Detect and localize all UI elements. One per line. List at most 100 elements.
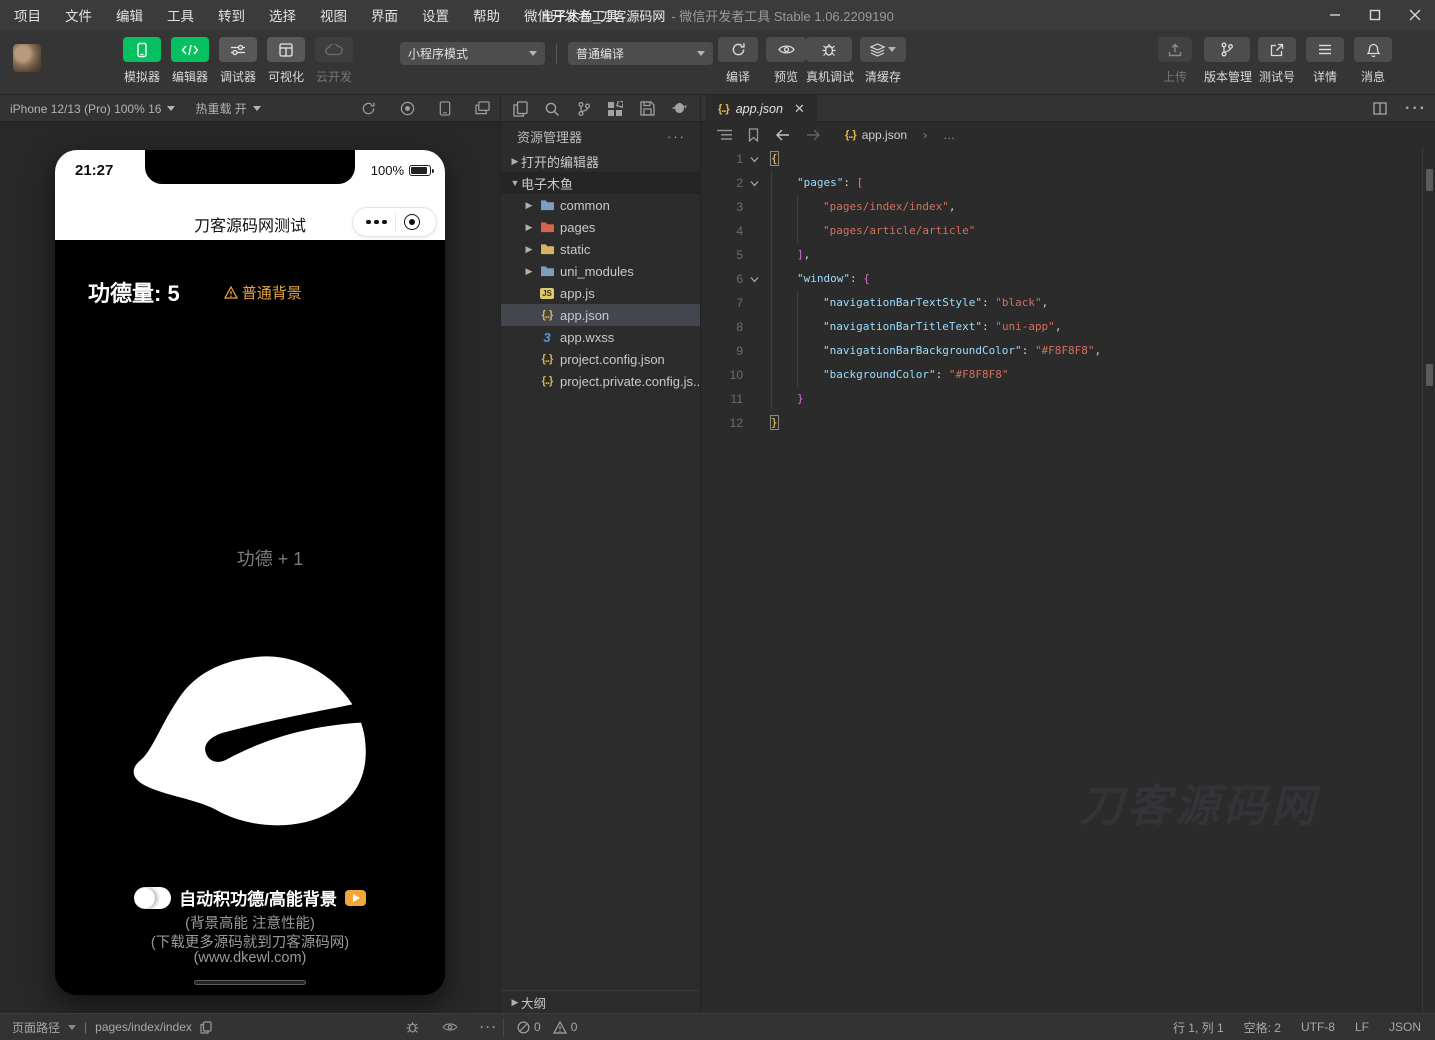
fold-chevron-icon[interactable]: [743, 171, 765, 195]
maximize-icon[interactable]: [1355, 0, 1395, 30]
compile-button[interactable]: 编译: [718, 37, 758, 85]
indent-info[interactable]: 空格: 2: [1244, 1019, 1281, 1036]
upload-button[interactable]: 上传: [1158, 37, 1192, 85]
breadcrumb-more[interactable]: …: [943, 128, 955, 142]
simulator-toggle-button[interactable]: 模拟器: [120, 37, 164, 85]
encoding[interactable]: UTF-8: [1301, 1020, 1335, 1034]
error-counter[interactable]: 0: [517, 1020, 541, 1034]
fold-chevron-icon[interactable]: [743, 147, 765, 171]
detail-button[interactable]: 详情: [1306, 37, 1344, 85]
code-line-2[interactable]: 2"pages": [: [701, 171, 1435, 195]
device-select[interactable]: iPhone 12/13 (Pro) 100% 16: [0, 102, 185, 116]
compile-select[interactable]: 普通编译: [568, 42, 713, 65]
project-root[interactable]: ▼ 电子木鱼: [501, 172, 700, 194]
mini-program-content[interactable]: 功德量: 5 普通背景 功德 + 1 自动积功德/高能背景 (背景高能 注意: [55, 240, 445, 995]
fold-chevron-icon[interactable]: [743, 267, 765, 291]
phone-simulator[interactable]: 21:27 100% 刀客源码网测试 功德量: 5: [55, 150, 445, 995]
language-mode[interactable]: JSON: [1389, 1020, 1421, 1034]
editor-scrollbar[interactable]: [1422, 147, 1435, 1013]
menu-item-7[interactable]: 界面: [371, 5, 398, 25]
file-item-project-private-config-js-[interactable]: {..}project.private.config.js...: [501, 370, 700, 392]
tab-app-json[interactable]: {..} app.json ✕: [706, 95, 817, 122]
menu-item-0[interactable]: 项目: [14, 5, 41, 25]
capsule-menu[interactable]: [352, 207, 437, 237]
message-button[interactable]: 消息: [1354, 37, 1392, 85]
version-manage-button[interactable]: 版本管理: [1204, 37, 1252, 85]
hot-reload-select[interactable]: 热重载 开: [185, 100, 270, 117]
cloud-dev-button[interactable]: 云开发: [312, 37, 356, 85]
code-line-10[interactable]: 10"backgroundColor": "#F8F8F8": [701, 363, 1435, 387]
editor-toggle-button[interactable]: 编辑器: [168, 37, 212, 85]
visualization-toggle-button[interactable]: 可视化: [264, 37, 308, 85]
nav-forward-icon[interactable]: [806, 129, 821, 141]
code-line-8[interactable]: 8"navigationBarTitleText": "uni-app",: [701, 315, 1435, 339]
code-line-4[interactable]: 4"pages/article/article": [701, 219, 1435, 243]
file-item-common[interactable]: ▶common: [501, 194, 700, 216]
menu-item-1[interactable]: 文件: [65, 5, 92, 25]
file-item-app-wxss[interactable]: 3app.wxss: [501, 326, 700, 348]
code-line-6[interactable]: 6"window": {: [701, 267, 1435, 291]
close-icon[interactable]: [1395, 0, 1435, 30]
menu-item-3[interactable]: 工具: [167, 5, 194, 25]
page-path-label[interactable]: 页面路径: [12, 1019, 60, 1036]
explorer-more-icon[interactable]: ···: [667, 129, 686, 144]
menu-item-4[interactable]: 转到: [218, 5, 245, 25]
rotate-device-icon[interactable]: [439, 101, 451, 116]
preview-button[interactable]: 预览: [766, 37, 806, 85]
source-control-icon[interactable]: [577, 101, 591, 117]
multi-window-icon[interactable]: [475, 101, 490, 116]
more-dots-icon[interactable]: [366, 220, 387, 225]
open-editors-section[interactable]: ▶ 打开的编辑器: [501, 150, 700, 172]
file-item-pages[interactable]: ▶pages: [501, 216, 700, 238]
watch-eye-icon[interactable]: [442, 1022, 458, 1032]
file-item-uni-modules[interactable]: ▶uni_modules: [501, 260, 700, 282]
exit-target-icon[interactable]: [404, 214, 420, 230]
user-avatar[interactable]: [13, 44, 41, 72]
code-line-5[interactable]: 5],: [701, 243, 1435, 267]
code-line-12[interactable]: 12}: [701, 411, 1435, 435]
copy-icon[interactable]: [200, 1021, 212, 1034]
wooden-fish[interactable]: [112, 638, 388, 844]
menu-item-8[interactable]: 设置: [422, 5, 449, 25]
clear-cache-button[interactable]: 清缓存: [860, 37, 906, 85]
menu-item-6[interactable]: 视图: [320, 5, 347, 25]
bg-mode-badge[interactable]: 普通背景: [224, 282, 302, 303]
test-account-button[interactable]: 测试号: [1258, 37, 1296, 85]
files-icon[interactable]: [513, 101, 528, 117]
breadcrumb-file[interactable]: {..} app.json: [845, 128, 907, 142]
warning-counter[interactable]: 0: [553, 1020, 578, 1034]
menu-item-5[interactable]: 选择: [269, 5, 296, 25]
menu-item-2[interactable]: 编辑: [116, 5, 143, 25]
more-icon[interactable]: ···: [480, 1020, 498, 1034]
auto-merit-toggle[interactable]: [134, 887, 171, 909]
cursor-position[interactable]: 行 1, 列 1: [1173, 1019, 1224, 1036]
file-item-static[interactable]: ▶static: [501, 238, 700, 260]
split-editor-icon[interactable]: [1373, 102, 1387, 115]
file-item-app-json[interactable]: {..}app.json: [501, 304, 700, 326]
code-area[interactable]: 1{2"pages": [3"pages/index/index",4"page…: [701, 147, 1435, 435]
file-item-project-config-json[interactable]: {..}project.config.json: [501, 348, 700, 370]
eol[interactable]: LF: [1355, 1020, 1369, 1034]
more-actions-icon[interactable]: ···: [1405, 100, 1427, 118]
minimize-icon[interactable]: [1315, 0, 1355, 30]
code-line-9[interactable]: 9"navigationBarBackgroundColor": "#F8F8F…: [701, 339, 1435, 363]
bookmark-icon[interactable]: [748, 128, 759, 142]
save-icon[interactable]: [640, 101, 655, 116]
code-line-11[interactable]: 11}: [701, 387, 1435, 411]
outline-section[interactable]: ▶ 大纲: [500, 990, 700, 1013]
tab-close-icon[interactable]: ✕: [794, 101, 805, 117]
code-line-1[interactable]: 1{: [701, 147, 1435, 171]
teapot-icon[interactable]: [671, 102, 688, 115]
debugger-toggle-button[interactable]: 调试器: [216, 37, 260, 85]
restart-icon[interactable]: [361, 101, 376, 116]
outline-list-icon[interactable]: [717, 129, 732, 141]
device-debug-button[interactable]: 真机调试: [806, 37, 854, 85]
code-line-3[interactable]: 3"pages/index/index",: [701, 195, 1435, 219]
file-item-app-js[interactable]: JSapp.js: [501, 282, 700, 304]
code-line-7[interactable]: 7"navigationBarTextStyle": "black",: [701, 291, 1435, 315]
menu-item-9[interactable]: 帮助: [473, 5, 500, 25]
nav-back-icon[interactable]: [775, 129, 790, 141]
search-icon[interactable]: [544, 101, 560, 117]
extensions-icon[interactable]: [607, 101, 623, 117]
record-stop-icon[interactable]: [400, 101, 415, 116]
